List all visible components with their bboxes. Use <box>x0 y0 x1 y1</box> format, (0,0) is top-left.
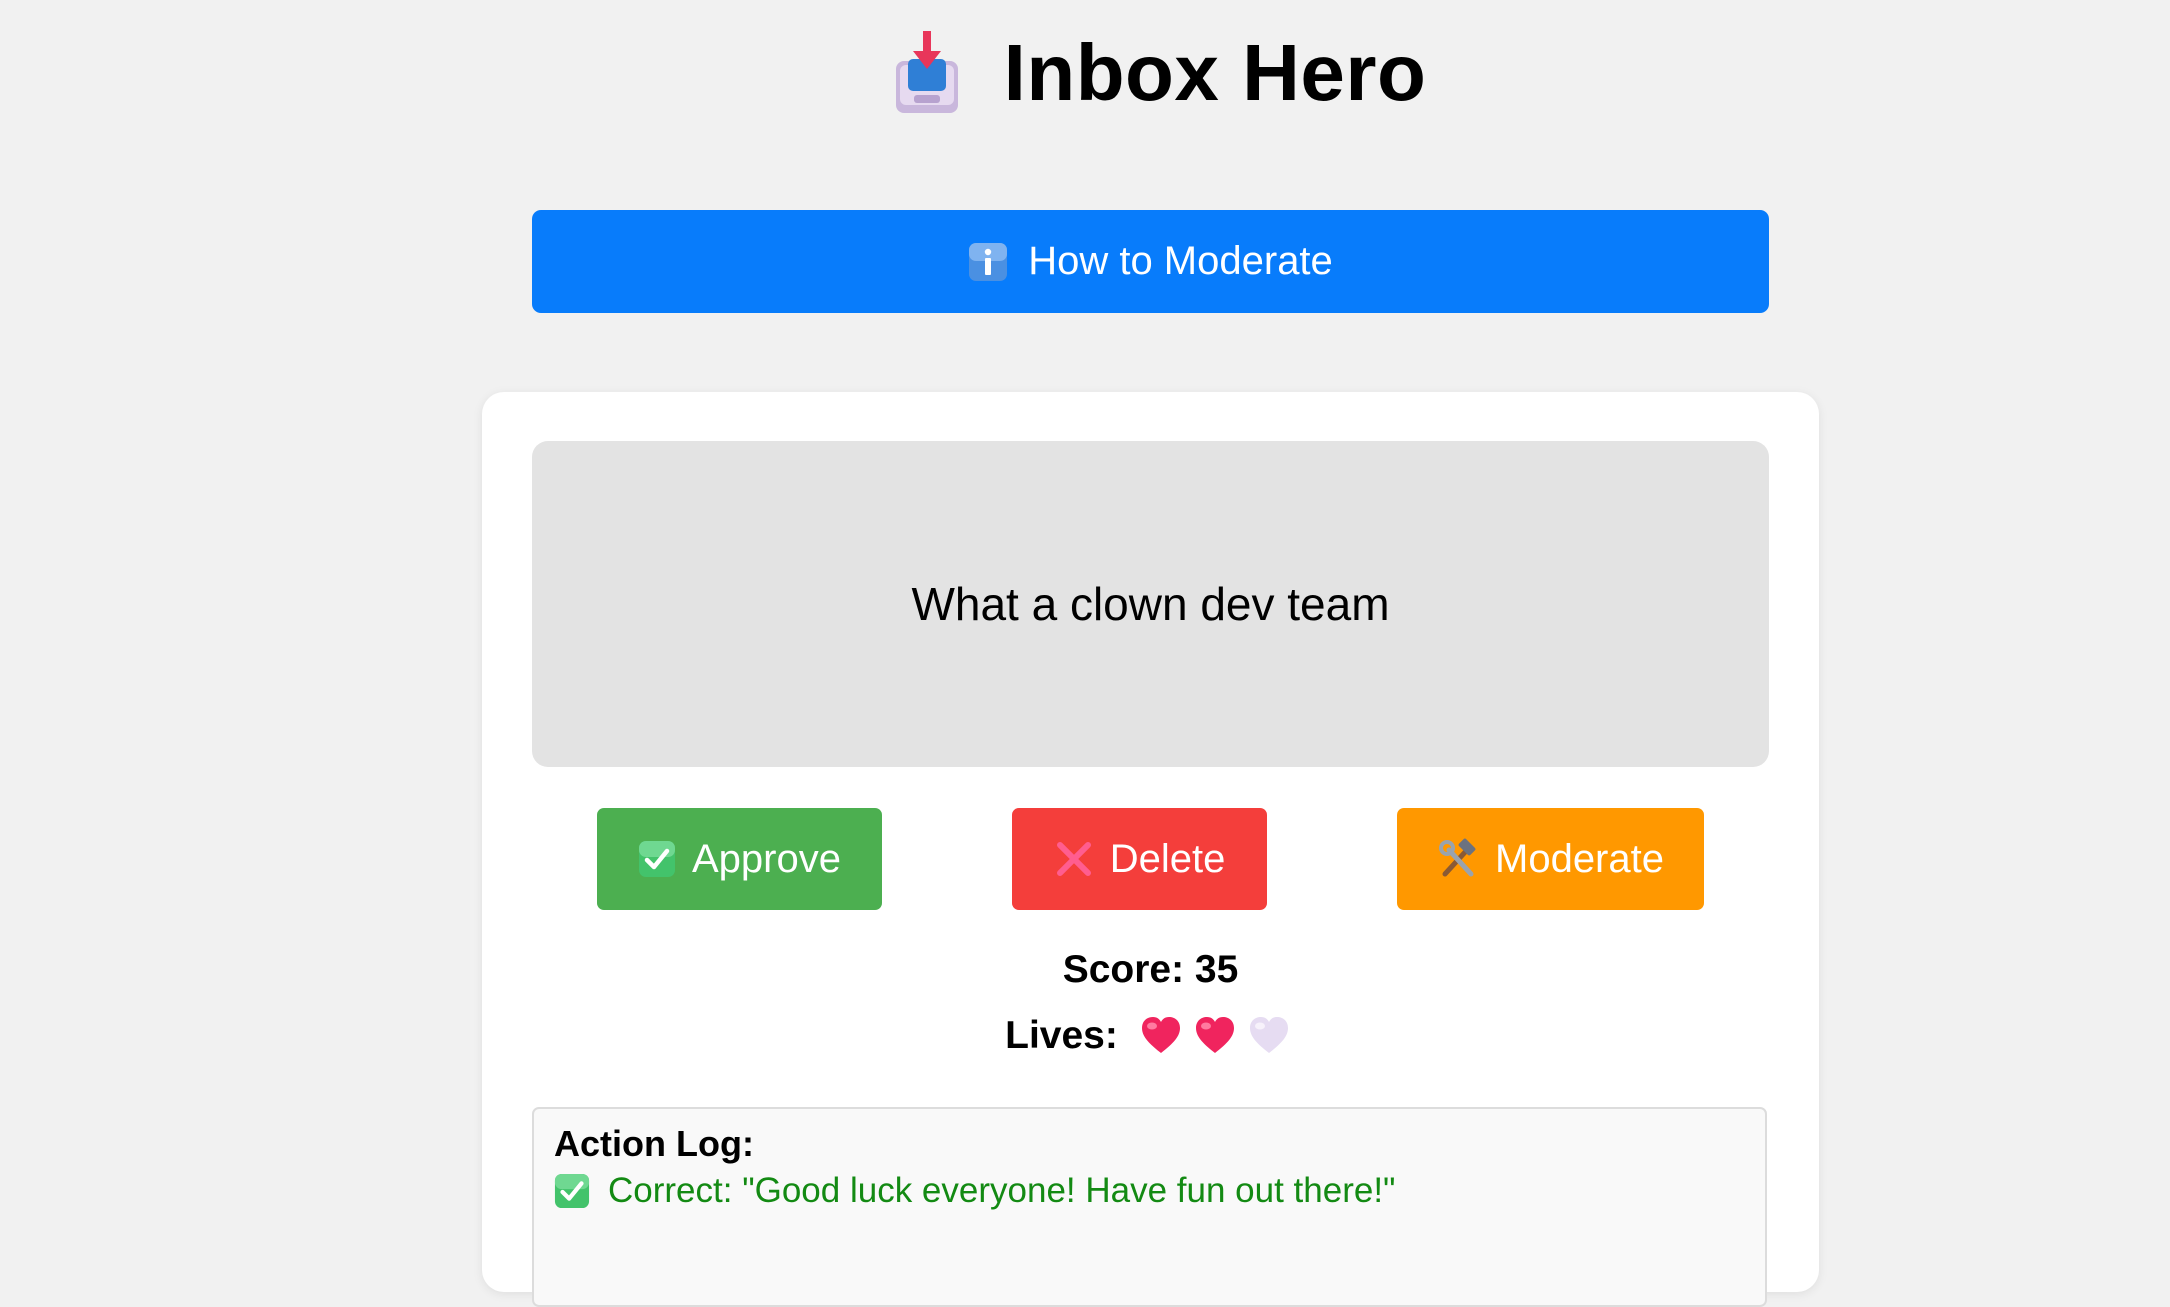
header: Inbox Hero <box>0 18 2170 128</box>
heart-full-icon <box>1141 1017 1180 1053</box>
log-entry-text: Correct: "Good luck everyone! Have fun o… <box>608 1171 1396 1210</box>
check-mark-icon <box>639 841 675 877</box>
how-to-moderate-label: How to Moderate <box>1028 239 1333 283</box>
moderate-label: Moderate <box>1495 836 1664 881</box>
heart-empty-icon <box>1249 1017 1288 1053</box>
how-to-moderate-button[interactable]: How to Moderate <box>532 210 1769 313</box>
cross-mark-icon <box>1056 842 1091 876</box>
moderate-button[interactable]: Moderate <box>1397 808 1704 910</box>
message-text: What a clown dev team <box>911 578 1390 630</box>
lives-label: Lives: <box>1005 1014 1118 1057</box>
log-entry: Correct: "Good luck everyone! Have fun o… <box>554 1171 1745 1211</box>
heart-full-icon <box>1195 1017 1234 1053</box>
delete-button[interactable]: Delete <box>1012 808 1267 910</box>
delete-label: Delete <box>1109 836 1226 881</box>
score-display: Score: 35 <box>1062 948 1239 991</box>
lives-display: Lives: <box>482 1014 1819 1058</box>
check-mark-icon <box>554 1173 590 1209</box>
approve-label: Approve <box>692 836 841 881</box>
info-icon <box>969 242 1008 281</box>
hammer-wrench-icon <box>1439 838 1476 877</box>
hearts-container <box>1134 1015 1296 1057</box>
inbox-tray-icon <box>895 31 958 113</box>
header-inner: Inbox Hero <box>894 27 1427 119</box>
approve-button[interactable]: Approve <box>597 808 882 910</box>
action-log-title: Action Log: <box>554 1123 754 1164</box>
page-title: Inbox Hero <box>1003 28 1427 117</box>
message-box: What a clown dev team <box>532 441 1769 767</box>
game-card: What a clown dev team Approve Delete Mod… <box>482 392 1819 1307</box>
action-log: Action Log: Correct: "Good luck everyone… <box>532 1107 1767 1307</box>
